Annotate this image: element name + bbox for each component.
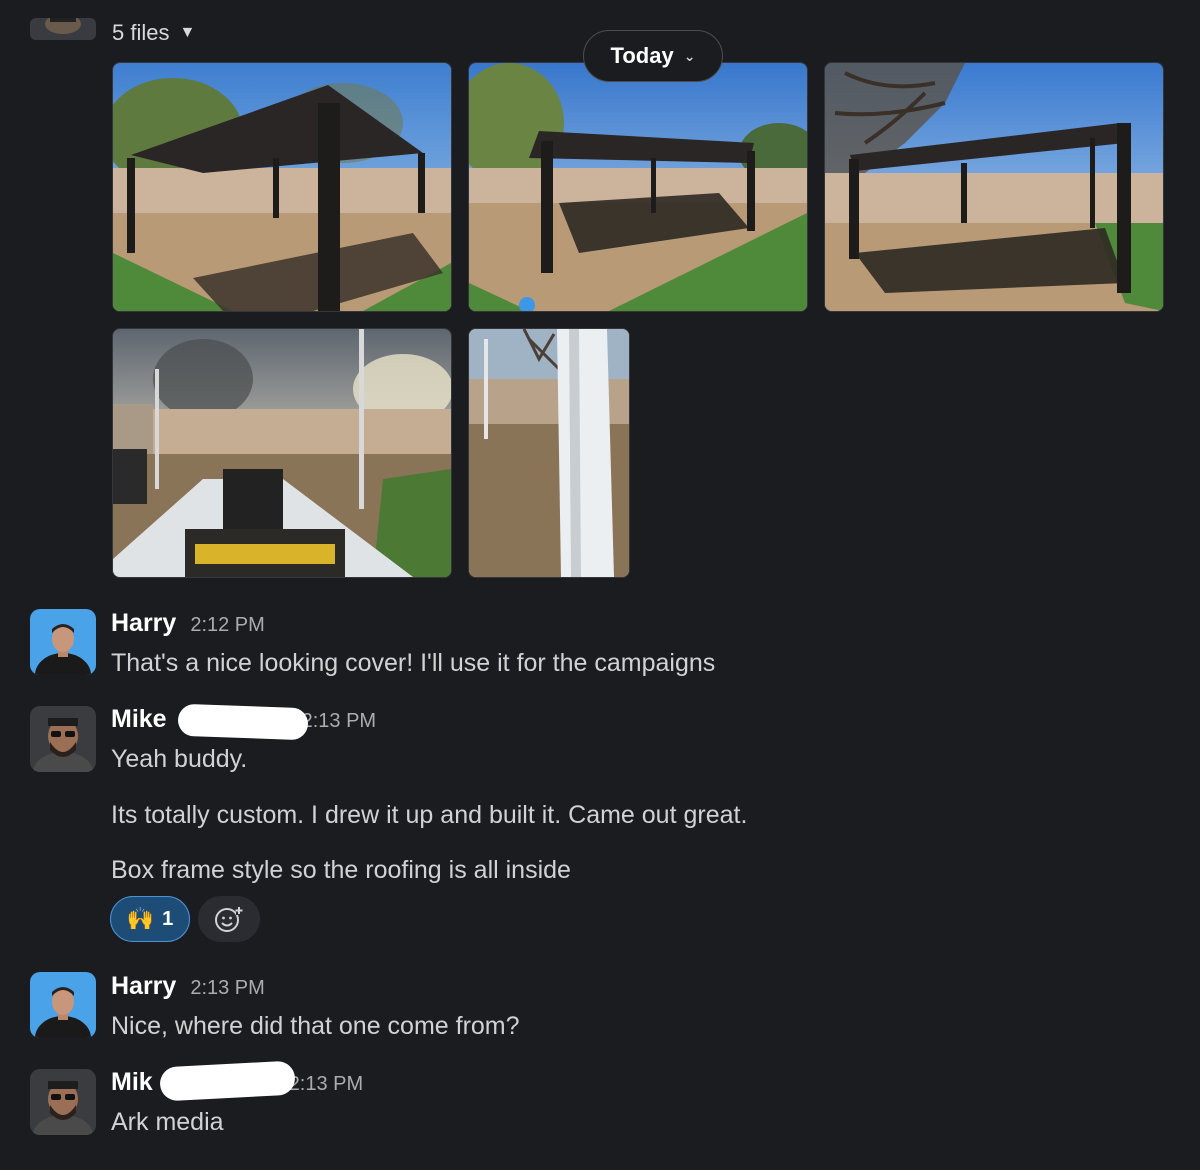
message-text-line-3: Box frame style so the roofing is all in… (111, 856, 571, 884)
message-text-line-1: Yeah buddy. (111, 745, 248, 773)
photo-thumbnail-1[interactable] (112, 62, 452, 312)
date-divider-label: Today (610, 43, 674, 68)
avatar-mike-partial[interactable] (30, 18, 96, 40)
reaction-raised-hands[interactable]: 🙌 1 (110, 896, 190, 942)
reaction-count: 1 (162, 907, 174, 930)
avatar-harry[interactable] (30, 972, 96, 1038)
message-text-line-2: Its totally custom. I drew it up and bui… (111, 801, 748, 829)
raised-hands-emoji-icon: 🙌 (126, 906, 155, 931)
redaction-mark (159, 1060, 296, 1102)
avatar-mike[interactable] (30, 706, 96, 772)
add-reaction-button[interactable] (198, 896, 260, 942)
files-count-label: 5 files (112, 20, 170, 45)
avatar-mike[interactable] (30, 1069, 96, 1135)
message-header-1: Harry 2:12 PM (111, 609, 265, 638)
message-timestamp[interactable]: 2:12 PM (190, 614, 264, 637)
message-header-3: Harry 2:13 PM (111, 972, 265, 1001)
sender-name[interactable]: Mike (111, 705, 167, 734)
photo-thumbnail-3[interactable] (824, 62, 1164, 312)
message-text: Nice, where did that one come from? (111, 1012, 520, 1040)
message-text: That's a nice looking cover! I'll use it… (111, 649, 716, 677)
date-divider-button[interactable]: Today ⌄ (583, 30, 723, 82)
photo-thumbnail-2[interactable] (468, 62, 808, 312)
add-reaction-icon (215, 905, 244, 932)
photo-thumbnail-5[interactable] (468, 328, 630, 578)
sender-name[interactable]: Harry (111, 972, 176, 1001)
message-timestamp[interactable]: 2:13 PM (302, 710, 376, 733)
message-timestamp[interactable]: 2:13 PM (190, 977, 264, 1000)
sender-name[interactable]: Mik (111, 1068, 153, 1097)
photo-thumbnail-4[interactable] (112, 328, 452, 578)
caret-down-icon: ▼ (179, 24, 196, 41)
avatar-harry[interactable] (30, 609, 96, 675)
redaction-mark (177, 703, 309, 741)
message-timestamp[interactable]: 2:13 PM (289, 1073, 363, 1096)
sender-name[interactable]: Harry (111, 609, 176, 638)
files-toggle[interactable]: 5 files ▼ (112, 20, 195, 46)
chevron-down-icon: ⌄ (683, 47, 696, 64)
message-text: Ark media (111, 1108, 224, 1136)
